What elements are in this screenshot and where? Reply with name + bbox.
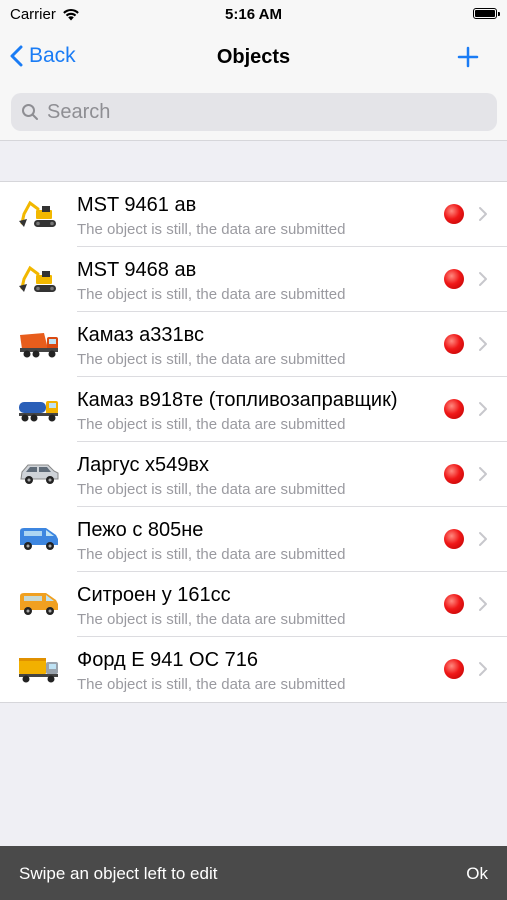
object-status-text: The object is still, the data are submit… [77, 416, 346, 433]
object-status-text: The object is still, the data are submit… [77, 676, 346, 693]
object-name: MST 9468 ав [77, 259, 197, 281]
status-indicator-dot [444, 334, 464, 354]
status-indicator-dot [444, 269, 464, 289]
excavator-icon [18, 197, 60, 229]
chevron-right-icon [479, 272, 487, 286]
add-object-button[interactable] [455, 42, 481, 72]
object-name: MST 9461 ав [77, 194, 197, 216]
navigation-bar: Back Objects [0, 30, 507, 86]
excavator-icon [18, 262, 60, 294]
search-icon [22, 104, 38, 120]
object-status-text: The object is still, the data are submit… [77, 481, 346, 498]
object-name: Пежо с 805не [77, 519, 204, 541]
object-name: Камаз в918те (топливозаправщик) [77, 389, 398, 411]
hint-toast: Swipe an object left to edit Ok [0, 846, 507, 900]
battery-icon [473, 8, 500, 19]
object-status-text: The object is still, the data are submit… [77, 546, 346, 563]
object-name: Ларгус х549вх [77, 454, 209, 476]
chevron-right-icon [479, 337, 487, 351]
chevron-right-icon [479, 402, 487, 416]
chevron-right-icon [479, 662, 487, 676]
status-indicator-dot [444, 464, 464, 484]
object-status-text: The object is still, the data are submit… [77, 351, 346, 368]
object-status-text: The object is still, the data are submit… [77, 611, 346, 628]
van-icon [18, 522, 60, 554]
list-item[interactable]: Пежо с 805не The object is still, the dat… [0, 507, 507, 572]
toast-ok-button[interactable]: Ok [466, 864, 488, 884]
chevron-right-icon [479, 207, 487, 221]
object-name: Камаз а331вс [77, 324, 205, 346]
list-item[interactable]: Ларгус х549вх The object is still, the da… [0, 442, 507, 507]
status-indicator-dot [444, 204, 464, 224]
van-icon [18, 587, 60, 619]
object-status-text: The object is still, the data are submit… [77, 221, 346, 238]
list-item[interactable]: MST 9468 ав The object is still, the data… [0, 247, 507, 312]
list-item[interactable]: Камаз а331вс The object is still, the dat… [0, 312, 507, 377]
page-title: Objects [216, 46, 291, 68]
car-icon [18, 457, 60, 489]
tanker-truck-icon [18, 392, 60, 424]
object-name: Ситроен у 161сс [77, 584, 231, 606]
object-name: Форд Е 941 ОС 716 [77, 649, 258, 671]
toast-message: Swipe an object left to edit [19, 864, 218, 883]
clock: 5:16 AM [225, 6, 282, 23]
list-item[interactable]: Форд Е 941 ОС 716 The object is still, th… [0, 637, 507, 702]
list-item[interactable]: Ситроен у 161сс The object is still, the … [0, 572, 507, 637]
search-placeholder: Search [47, 100, 111, 123]
status-indicator-dot [444, 659, 464, 679]
objects-list: MST 9461 ав The object is still, the data… [0, 181, 507, 703]
status-indicator-dot [444, 399, 464, 419]
truck-icon [18, 652, 60, 684]
dump-truck-icon [18, 327, 60, 359]
chevron-right-icon [479, 467, 487, 481]
status-indicator-dot [444, 594, 464, 614]
list-item[interactable]: Камаз в918те (топливозаправщик) The objec… [0, 377, 507, 442]
status-bar: Carrier 5:16 AM [0, 0, 507, 30]
search-input[interactable]: Search [11, 93, 497, 131]
chevron-right-icon [479, 532, 487, 546]
list-item[interactable]: MST 9461 ав The object is still, the data… [0, 182, 507, 247]
chevron-right-icon [479, 597, 487, 611]
status-indicator-dot [444, 529, 464, 549]
plus-icon [457, 46, 479, 68]
object-status-text: The object is still, the data are submit… [77, 286, 346, 303]
search-bar-container: Search [0, 86, 507, 141]
